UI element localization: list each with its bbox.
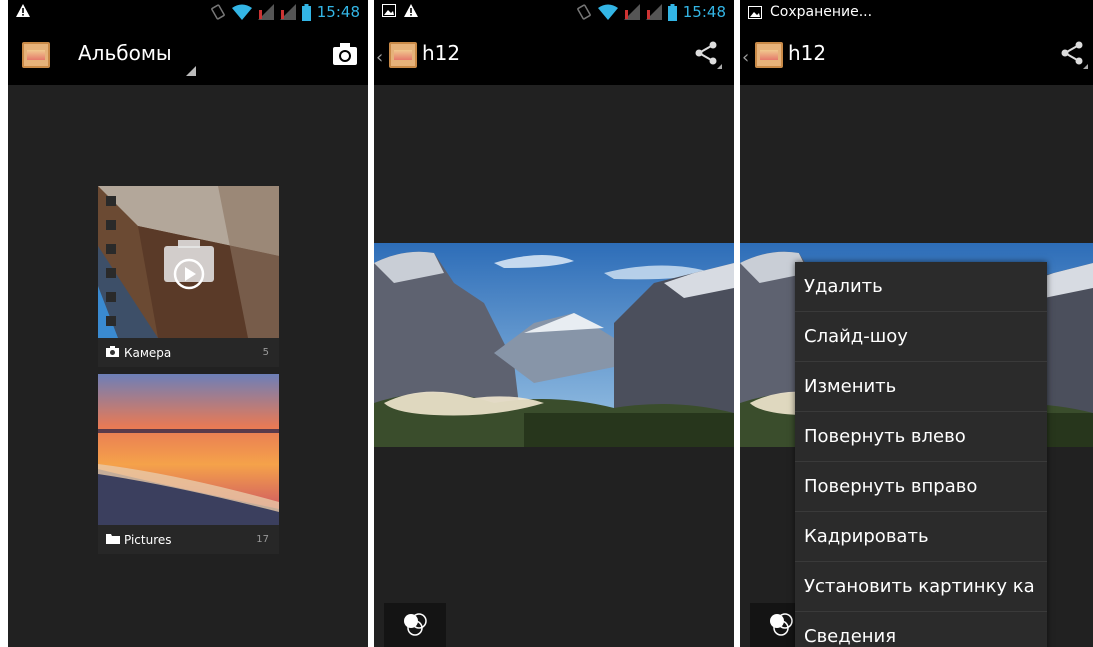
status-bar: 15:48 xyxy=(8,0,368,25)
signal-icon xyxy=(279,4,296,20)
menu-item-edit[interactable]: Изменить xyxy=(795,362,1047,412)
menu-item-crop[interactable]: Кадрировать xyxy=(795,512,1047,562)
battery-icon xyxy=(667,3,677,21)
wifi-icon xyxy=(231,4,252,20)
back-chevron-icon[interactable]: ‹ xyxy=(376,47,383,68)
filter-button[interactable] xyxy=(384,603,446,647)
wifi-icon xyxy=(597,4,618,20)
filters-icon xyxy=(404,613,427,636)
saving-notification: Сохранение... xyxy=(770,4,873,20)
album-pictures-thumbnail xyxy=(98,374,279,525)
photo-screen: 15:48 ‹ h12 xyxy=(374,0,734,647)
dropdown-indicator-icon xyxy=(186,66,196,76)
image-notification-icon xyxy=(748,5,762,19)
image-notification-icon xyxy=(382,4,396,17)
action-bar: Альбомы xyxy=(8,25,368,85)
folder-icon xyxy=(106,534,120,544)
camera-button[interactable] xyxy=(332,41,358,67)
action-bar: ‹ h12 xyxy=(374,25,734,85)
albums-screen: 15:48 Альбомы Камера 5 Pictures 17 xyxy=(8,0,368,647)
overflow-menu: Удалить Слайд-шоу Изменить Повернуть вле… xyxy=(795,262,1047,647)
clock: 15:48 xyxy=(682,3,726,21)
album-name: Камера xyxy=(124,346,172,360)
vibrate-icon xyxy=(210,4,225,20)
vibrate-icon xyxy=(576,4,591,20)
menu-item-slideshow[interactable]: Слайд-шоу xyxy=(795,312,1047,362)
photo-title: h12 xyxy=(422,41,461,65)
menu-item-details[interactable]: Сведения xyxy=(795,612,1047,647)
album-name: Pictures xyxy=(124,533,172,547)
photo-title: h12 xyxy=(788,41,827,65)
album-view-selector[interactable]: Альбомы xyxy=(78,41,172,65)
album-camera-thumbnail xyxy=(98,186,279,338)
action-bar: ‹ h12 xyxy=(740,25,1093,85)
status-bar: 15:48 xyxy=(374,0,734,25)
signal-icon xyxy=(645,4,662,20)
album-pictures-label: Pictures 17 xyxy=(98,525,279,554)
photo-image[interactable] xyxy=(374,243,734,447)
album-camera-label: Камера 5 xyxy=(98,338,279,367)
album-count: 5 xyxy=(262,347,269,358)
signal-icon xyxy=(257,4,274,20)
gallery-app-icon[interactable] xyxy=(22,42,50,68)
menu-item-rotate-left[interactable]: Повернуть влево xyxy=(795,412,1047,462)
status-bar: Сохранение... xyxy=(740,0,1093,25)
gallery-app-icon[interactable] xyxy=(389,42,417,68)
menu-item-delete[interactable]: Удалить xyxy=(795,262,1047,312)
clock: 15:48 xyxy=(316,3,360,21)
camera-icon xyxy=(106,346,119,357)
battery-icon xyxy=(301,3,311,21)
album-count: 17 xyxy=(256,534,269,545)
warning-icon xyxy=(404,4,418,17)
menu-item-rotate-right[interactable]: Повернуть вправо xyxy=(795,462,1047,512)
warning-icon xyxy=(16,4,30,17)
back-chevron-icon[interactable]: ‹ xyxy=(742,47,749,68)
menu-item-set-picture-as[interactable]: Установить картинку ка xyxy=(795,562,1047,612)
album-camera[interactable]: Камера 5 xyxy=(98,186,279,367)
album-pictures[interactable]: Pictures 17 xyxy=(98,374,279,554)
menu-screen: Сохранение... ‹ h12 Удалить Слайд-шоу Из… xyxy=(740,0,1093,647)
share-button[interactable] xyxy=(1058,39,1088,69)
share-button[interactable] xyxy=(692,39,722,69)
signal-icon xyxy=(623,4,640,20)
filters-icon xyxy=(770,613,793,636)
gallery-app-icon[interactable] xyxy=(755,42,783,68)
